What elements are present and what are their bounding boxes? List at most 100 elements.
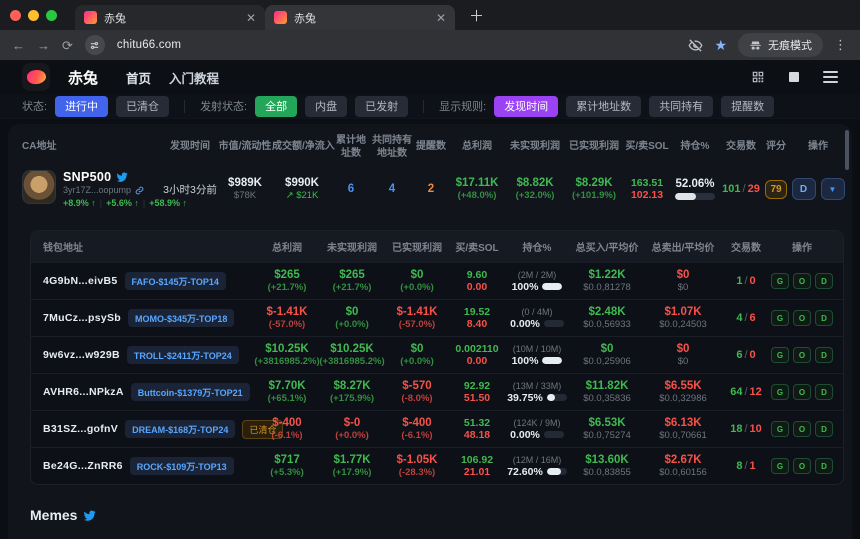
qr-scan-icon[interactable] xyxy=(751,70,765,84)
filter-status-active[interactable]: 进行中 xyxy=(55,96,108,117)
close-tab-icon[interactable]: ✕ xyxy=(246,12,256,24)
gmgn-button[interactable]: G xyxy=(771,347,789,363)
wallet-address[interactable]: AVHR6...NPkzA xyxy=(43,386,124,398)
position-bar xyxy=(544,320,564,327)
gmgn-button[interactable]: G xyxy=(771,384,789,400)
dex-button[interactable]: D xyxy=(815,384,833,400)
browser-tab-1[interactable]: 赤兔 ✕ xyxy=(75,5,265,30)
next-section-title: Memes xyxy=(30,507,852,523)
filter-rule-discover-time[interactable]: 发现时间 xyxy=(494,96,558,117)
position-percent: (10M / 10M) 100% xyxy=(505,344,569,367)
column-header: 已实现利润 xyxy=(385,239,449,254)
gmgn-button[interactable]: G xyxy=(771,310,789,326)
rule-filter-label: 显示规则: xyxy=(439,98,486,114)
buy-sell-sol: 9.60 0.00 xyxy=(449,269,505,293)
url-text[interactable]: chitu66.com xyxy=(117,39,181,51)
app-logo[interactable] xyxy=(22,63,50,91)
filter-launch-launched[interactable]: 已发射 xyxy=(355,96,408,117)
new-tab-button[interactable]: ＋ xyxy=(469,5,484,26)
dex-button[interactable]: D xyxy=(815,310,833,326)
column-header: 操作 xyxy=(771,239,833,254)
token-tag-badge[interactable]: FAFO-$145万-TOP14 xyxy=(125,272,226,290)
incognito-label: 无痕模式 xyxy=(768,37,812,53)
table-row[interactable]: AVHR6...NPkzA Buttcoin-$1379万-TOP21 已清仓 … xyxy=(31,373,843,410)
row-actions: G O D xyxy=(771,384,833,400)
twitter-icon[interactable] xyxy=(116,171,128,183)
tx-count: 1/0 xyxy=(721,275,771,287)
close-window-button[interactable] xyxy=(10,10,21,21)
forward-icon[interactable]: → xyxy=(37,39,50,52)
window-controls[interactable] xyxy=(10,10,57,21)
nav-tutorial[interactable]: 入门教程 xyxy=(169,68,219,87)
column-header: 持仓% xyxy=(670,141,720,154)
browser-menu-icon[interactable]: ⋮ xyxy=(834,37,848,53)
link-icon[interactable] xyxy=(135,186,144,195)
okx-button[interactable]: O xyxy=(793,347,811,363)
token-tag-badge[interactable]: TROLL-$2411万-TOP24 xyxy=(127,346,239,364)
token-row[interactable]: SNP500 3yr17Z...oopump +8.9% ↑| +5.6% ↑|… xyxy=(8,166,852,218)
close-tab-icon[interactable]: ✕ xyxy=(436,12,446,24)
wallet-address[interactable]: 7MuCz...psySb xyxy=(43,312,121,324)
back-icon[interactable]: ← xyxy=(12,39,25,52)
incognito-badge: 无痕模式 xyxy=(738,33,823,57)
collapse-button[interactable]: ▼ xyxy=(821,178,845,200)
column-header: 钱包地址 xyxy=(43,239,255,254)
eye-off-icon[interactable] xyxy=(688,38,703,53)
table-row[interactable]: 4G9bN...eivB5 FAFO-$145万-TOP14 已清仓 $265 … xyxy=(31,262,843,299)
okx-button[interactable]: O xyxy=(793,310,811,326)
filter-rule-alerts[interactable]: 提醒数 xyxy=(721,96,774,117)
stop-icon[interactable] xyxy=(789,72,799,82)
gmgn-button[interactable]: G xyxy=(771,458,789,474)
table-row[interactable]: Be24G...ZnRR6 ROCK-$109万-TOP13 已清仓 $717 … xyxy=(31,447,843,484)
okx-button[interactable]: O xyxy=(793,458,811,474)
dex-button[interactable]: D xyxy=(815,347,833,363)
table-row[interactable]: B31SZ...gofnV DREAM-$168万-TOP24 已清仓 $-40… xyxy=(31,410,843,447)
token-tag-badge[interactable]: Buttcoin-$1379万-TOP21 xyxy=(131,383,250,401)
wallet-table: 钱包地址 总利润 未实现利润 已实现利润 买/卖SOL 持仓% 总买入/平均价 … xyxy=(30,230,844,485)
tx-count: 101/29 xyxy=(720,183,762,195)
wallet-table-header: 钱包地址 总利润 未实现利润 已实现利润 买/卖SOL 持仓% 总买入/平均价 … xyxy=(31,231,843,262)
nav-home[interactable]: 首页 xyxy=(126,68,151,87)
app-header: 赤兔 首页 入门教程 xyxy=(0,60,860,94)
wallet-address[interactable]: 4G9bN...eivB5 xyxy=(43,275,118,287)
filter-launch-inner[interactable]: 内盘 xyxy=(305,96,347,117)
okx-button[interactable]: O xyxy=(793,421,811,437)
filter-launch-all[interactable]: 全部 xyxy=(255,96,297,117)
wallet-address[interactable]: B31SZ...gofnV xyxy=(43,423,118,435)
scrollbar[interactable] xyxy=(845,130,849,170)
gmgn-button[interactable]: G xyxy=(771,421,789,437)
tab-title: 赤兔 xyxy=(294,10,429,26)
okx-button[interactable]: O xyxy=(793,384,811,400)
token-tag-badge[interactable]: MOMO-$345万-TOP18 xyxy=(128,309,234,327)
token-tag-badge[interactable]: DREAM-$168万-TOP24 xyxy=(125,420,235,438)
dex-button[interactable]: D xyxy=(815,273,833,289)
browser-tab-2[interactable]: 赤兔 ✕ xyxy=(265,5,455,30)
detail-button[interactable]: D xyxy=(792,178,816,200)
score-badge: 79 xyxy=(765,180,786,199)
minimize-window-button[interactable] xyxy=(28,10,39,21)
unrealized-profit: $265 (+21.7%) xyxy=(319,269,385,293)
position-bar xyxy=(675,193,715,200)
filter-rule-total-addresses[interactable]: 累计地址数 xyxy=(566,96,641,117)
okx-button[interactable]: O xyxy=(793,273,811,289)
filter-status-cleared[interactable]: 已清仓 xyxy=(116,96,169,117)
wallet-address[interactable]: Be24G...ZnRR6 xyxy=(43,460,123,472)
site-info-icon[interactable] xyxy=(85,35,105,55)
browser-toolbar: ← → ⟳ chitu66.com ★ 无痕模式 ⋮ xyxy=(0,30,860,60)
reload-icon[interactable]: ⟳ xyxy=(62,39,73,52)
main-table-header: CA地址 发现时间 市值/流动性 成交额/净流入 累计地址数 共同持有地址数 提… xyxy=(8,124,852,166)
token-address[interactable]: 3yr17Z...oopump xyxy=(63,185,131,195)
table-row[interactable]: 7MuCz...psySb MOMO-$345万-TOP18 已清仓 $-1.4… xyxy=(31,299,843,336)
bookmark-star-icon[interactable]: ★ xyxy=(714,37,727,54)
token-name[interactable]: SNP500 xyxy=(63,170,111,184)
dex-button[interactable]: D xyxy=(815,458,833,474)
zoom-window-button[interactable] xyxy=(46,10,57,21)
wallet-address[interactable]: 9w6vz...w929B xyxy=(43,349,120,361)
table-row[interactable]: 9w6vz...w929B TROLL-$2411万-TOP24 已清仓 $10… xyxy=(31,336,843,373)
filter-rule-common-hold[interactable]: 共同持有 xyxy=(649,96,713,117)
gmgn-button[interactable]: G xyxy=(771,273,789,289)
dex-button[interactable]: D xyxy=(815,421,833,437)
menu-icon[interactable] xyxy=(823,71,838,84)
token-tag-badge[interactable]: ROCK-$109万-TOP13 xyxy=(130,457,234,475)
total-buy-avg: $6.53K $0.0,75274 xyxy=(569,417,645,441)
